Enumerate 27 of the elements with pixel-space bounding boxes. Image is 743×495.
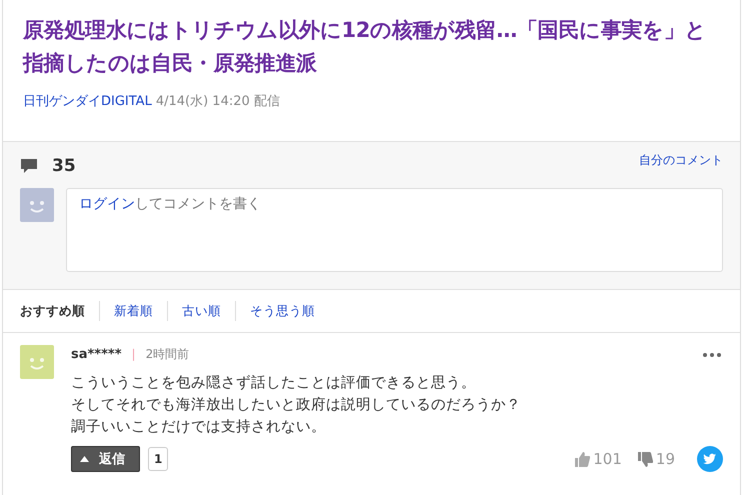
login-link[interactable]: ログイン [79, 196, 135, 212]
sort-tab[interactable]: おすすめ順 [20, 301, 99, 321]
comment-text: こういうことを包み隠さず話したことは評価できると思う。 [71, 374, 477, 393]
publish-date: 4/14(水) 14:20 配信 [156, 93, 280, 110]
sort-tab[interactable]: 新着順 [99, 301, 167, 321]
caret-icon [80, 456, 89, 462]
avatar-icon [20, 345, 54, 379]
sort-tab[interactable]: 古い順 [167, 301, 235, 321]
thumbs-down-icon [638, 452, 653, 466]
reply-button[interactable]: 返信 [71, 446, 140, 472]
bird-share-icon[interactable] [697, 446, 723, 472]
comment-count: 35 [52, 156, 76, 176]
separator: | [132, 347, 136, 361]
comment-bubble-icon [20, 158, 38, 174]
sort-tab[interactable]: そう思う順 [235, 301, 329, 321]
source-link[interactable]: 日刊ゲンダイDIGITAL [23, 92, 152, 110]
comment-text: 調子いいことだけでは支持されない。 [71, 418, 327, 437]
avatar-icon [20, 188, 54, 222]
comment-field[interactable]: ログイン してコメントを書く [66, 188, 723, 272]
username: sa***** [71, 346, 122, 362]
my-comments-link[interactable]: 自分のコメント [639, 152, 723, 169]
article-title: 原発処理水にはトリチウム以外に12の核種が残留…「国民に事実を」と指摘したのは自民・原発推進派 [23, 17, 708, 77]
comment-text: そしてそれでも海洋放出したいと政府は説明しているのだろうか？ [71, 396, 522, 415]
reply-count: 1 [148, 447, 168, 471]
compose-prompt: してコメントを書く [135, 196, 261, 212]
thumbs-up-icon [575, 452, 590, 466]
comment-time: 2時間前 [146, 346, 190, 362]
